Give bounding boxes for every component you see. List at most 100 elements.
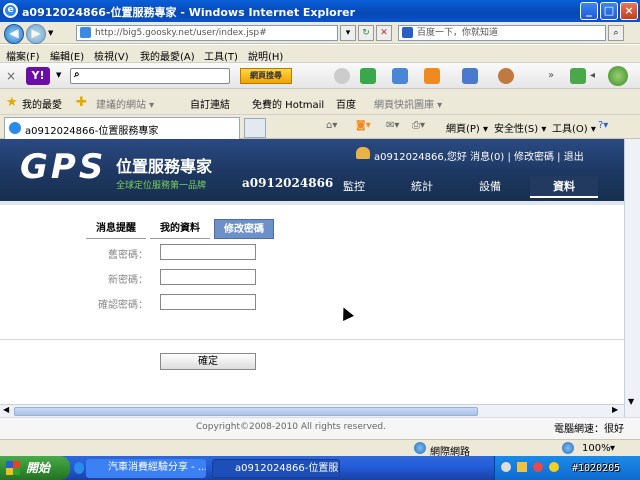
nav-tab-devices[interactable]: 設備 — [456, 176, 524, 198]
people-icon[interactable] — [498, 68, 514, 84]
menu-help[interactable]: 說明(H) — [248, 48, 283, 63]
user-icon — [356, 147, 370, 159]
bookmark-icon[interactable] — [392, 68, 408, 84]
scrollbar-thumb[interactable] — [14, 407, 478, 416]
tray-icon-4[interactable] — [549, 462, 559, 472]
subtab-change-password[interactable]: 修改密碼 — [214, 219, 274, 239]
edit-icon[interactable] — [360, 68, 376, 84]
copyright-text: Copyright©2008-2010 All rights reserved. — [196, 422, 387, 432]
help-icon[interactable]: ?▾ — [598, 120, 608, 131]
minimize-button[interactable]: _ — [580, 2, 598, 20]
favorites-button[interactable]: 我的最愛 — [22, 96, 62, 111]
confirm-button[interactable]: 確定 — [160, 353, 256, 370]
print-icon[interactable]: ⎙▾ — [412, 120, 425, 131]
user-links[interactable]: a0912024866,您好 消息(0) | 修改密碼 | 退出 — [374, 148, 584, 163]
settings-gear-icon[interactable] — [608, 66, 628, 86]
star-icon: ★ — [6, 95, 18, 110]
baidu-icon — [402, 27, 413, 38]
site-title: 位置服務專家 — [116, 157, 213, 176]
safety-menu[interactable]: 安全性(S) ▾ — [494, 120, 546, 135]
zoom-icon — [562, 442, 574, 454]
browser-tab-active[interactable]: a0912024866-位置服務專家 — [4, 117, 240, 139]
confirm-password-input[interactable] — [160, 294, 256, 310]
tools-menu[interactable]: 工具(O) ▾ — [552, 120, 596, 135]
globe-icon — [414, 442, 426, 454]
subtab-messages[interactable]: 消息提醒 — [86, 219, 146, 239]
ie-logo-icon: e — [3, 3, 18, 18]
menu-file[interactable]: 檔案(F) — [6, 48, 40, 63]
menu-view[interactable]: 檢視(V) — [94, 48, 129, 63]
page-menu[interactable]: 網頁(P) ▾ — [446, 120, 488, 135]
scroll-right-icon[interactable]: ▶ — [612, 405, 618, 414]
new-tab-button[interactable] — [244, 118, 266, 138]
menu-edit[interactable]: 編輯(E) — [50, 48, 84, 63]
close-toolbar-icon[interactable]: × — [6, 69, 16, 83]
menu-favorites[interactable]: 我的最愛(A) — [140, 48, 195, 63]
site-footer: Copyright©2008-2010 All rights reserved.… — [0, 417, 640, 439]
page-icon — [80, 27, 91, 38]
menu-tools[interactable]: 工具(T) — [204, 48, 238, 63]
highlight-icon[interactable] — [334, 68, 350, 84]
tray-icon-2[interactable] — [517, 462, 527, 472]
favorites-bar: ★ 我的最愛 ✚ 建議的網站 ▾ 自訂連結 免費的 Hotmail 百度 網頁快… — [0, 89, 640, 115]
nav-tab-monitor[interactable]: 監控 — [320, 176, 388, 198]
yahoo-search-button[interactable]: 網頁搜尋 — [240, 68, 292, 84]
mail-icon[interactable] — [462, 68, 478, 84]
nav-tab-data[interactable]: 資料 — [530, 176, 598, 198]
fav-link-hotmail[interactable]: 免費的 Hotmail — [252, 96, 324, 111]
yahoo-dropdown-icon[interactable]: ▼ — [56, 71, 61, 79]
task-item-car[interactable]: 汽車消費經驗分享 - ... — [86, 459, 206, 478]
url-dropdown-icon[interactable]: ▾ — [340, 25, 356, 41]
page-content: GPS 位置服務專家 全球定位服務第一品牌 a0912024866 a09120… — [0, 139, 624, 404]
chevron-right-icon[interactable]: » — [548, 70, 554, 81]
scroll-down-icon[interactable]: ▼ — [628, 397, 634, 406]
tray-icon-1[interactable] — [501, 462, 511, 472]
search-icon[interactable]: ⌕ — [608, 25, 624, 41]
watermark: #1020205 — [572, 463, 621, 474]
address-bar-row: ◀ ▶ ▼ http://big5.goosky.net/user/index.… — [0, 22, 640, 44]
maximize-button[interactable]: □ — [600, 2, 618, 20]
old-password-input[interactable] — [160, 244, 256, 260]
yahoo-logo[interactable]: Y! — [26, 67, 50, 85]
scroll-left-icon[interactable]: ◀ — [3, 405, 9, 414]
new-password-input[interactable] — [160, 269, 256, 285]
tab-ie-icon — [9, 122, 21, 134]
search-icon: ⌕ — [74, 69, 80, 80]
stop-icon[interactable]: ✕ — [376, 25, 392, 41]
window-titlebar: e a0912024866-位置服務專家 - Windows Internet … — [0, 0, 640, 22]
yahoo-toolbar: × Y! ▼ ⌕ 網頁搜尋 » ◂ — [0, 63, 640, 89]
history-dropdown-icon[interactable]: ▼ — [48, 29, 53, 37]
subtab-my-profile[interactable]: 我的資料 — [150, 219, 210, 239]
fav-link-webslices[interactable]: 網頁快訊圖庫 ▾ — [374, 96, 442, 111]
confirm-password-label: 確認密碼： — [98, 300, 148, 311]
feeds-icon[interactable]: ◙▾ — [356, 120, 371, 131]
back-button[interactable]: ◀ — [4, 24, 24, 44]
zoom-dropdown-icon[interactable]: ▾ — [610, 443, 615, 454]
vertical-scrollbar[interactable]: ▼ — [624, 139, 640, 417]
mail-icon[interactable]: ✉▾ — [386, 120, 399, 131]
tray-icon-3[interactable] — [533, 462, 543, 472]
fav-link-suggested[interactable]: 建議的網站 ▾ — [96, 96, 154, 111]
home-icon[interactable]: ⌂▾ — [326, 120, 337, 131]
windows-logo-icon — [6, 461, 20, 475]
yahoo-search-input[interactable]: ⌕ — [70, 68, 230, 84]
zoom-level[interactable]: 100% — [582, 443, 611, 454]
add-icon[interactable] — [570, 68, 586, 84]
fav-link-custom[interactable]: 自訂連結 — [190, 96, 230, 111]
nav-tab-statistics[interactable]: 統計 — [388, 176, 456, 198]
quicklaunch-ie-icon[interactable] — [74, 462, 84, 474]
old-password-label: 舊密碼： — [108, 250, 148, 261]
url-field[interactable]: http://big5.goosky.net/user/index.jsp# — [76, 25, 338, 41]
rss-icon[interactable] — [424, 68, 440, 84]
arrow-left-icon[interactable]: ◂ — [590, 70, 595, 81]
mouse-cursor-icon — [338, 305, 354, 321]
task-item-gps[interactable]: a0912024866-位置服... — [212, 459, 340, 478]
taskbar: 開始 汽車消費經驗分享 - ... a0912024866-位置服... — [0, 456, 640, 480]
search-field[interactable]: 百度一下，你就知道 — [398, 25, 606, 41]
horizontal-scrollbar[interactable]: ◀ ▶ — [0, 404, 624, 417]
fav-link-baidu[interactable]: 百度 — [336, 96, 356, 111]
close-button[interactable]: × — [620, 2, 638, 20]
forward-button[interactable]: ▶ — [26, 24, 46, 44]
add-favorite-icon[interactable]: ✚ — [76, 95, 87, 110]
refresh-icon[interactable]: ↻ — [358, 25, 374, 41]
